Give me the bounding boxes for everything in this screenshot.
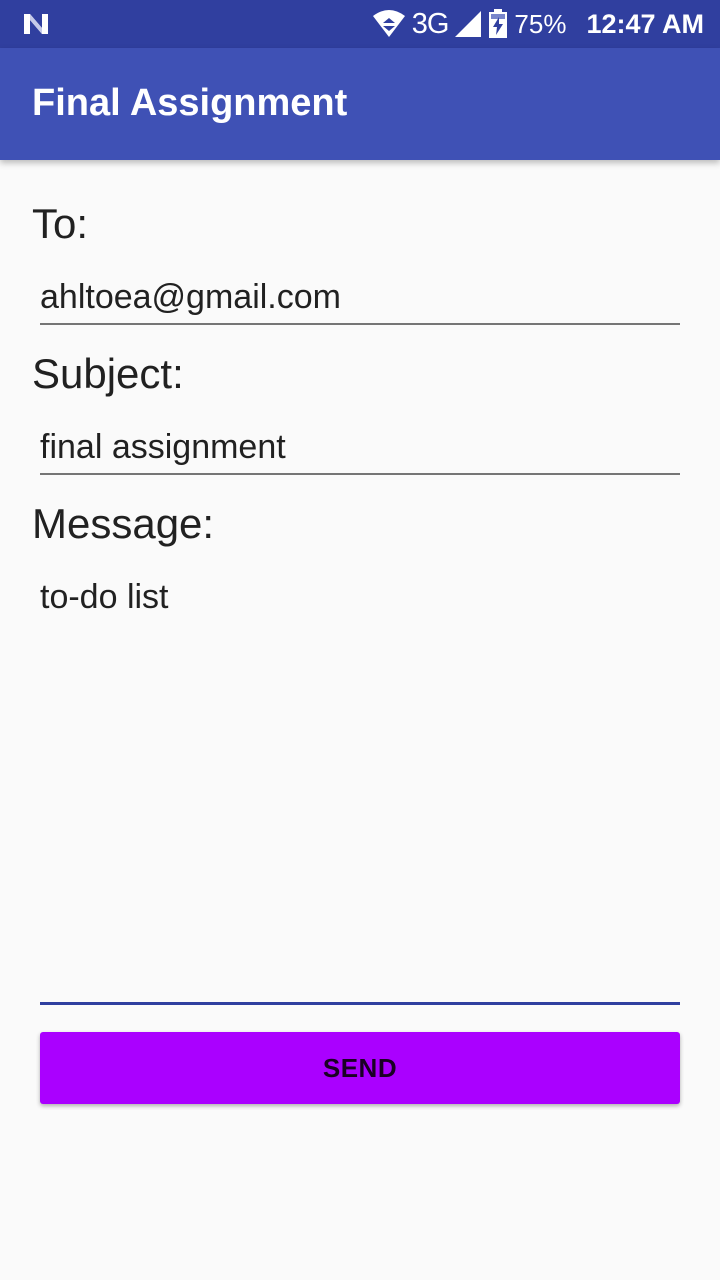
- subject-value: final assignment: [40, 428, 286, 466]
- status-bar: 3G 75% 12:47 AM: [0, 0, 720, 48]
- signal-icon: [455, 11, 482, 37]
- battery-percent: 75%: [514, 8, 567, 39]
- to-value: ahltoea@gmail.com: [40, 278, 341, 316]
- message-underline-focused: [40, 1002, 680, 1005]
- subject-field[interactable]: final assignment: [40, 426, 680, 478]
- to-field[interactable]: ahltoea@gmail.com: [40, 276, 680, 328]
- clock: 12:47 AM: [586, 8, 704, 39]
- app-bar: Final Assignment: [0, 48, 720, 160]
- to-label: To:: [32, 200, 89, 247]
- battery-charging-icon: [489, 9, 508, 38]
- message-label: Message:: [32, 500, 215, 547]
- notification-n-icon: [24, 14, 48, 34]
- network-type: 3G: [411, 7, 450, 40]
- message-field[interactable]: to-do list: [40, 576, 680, 1008]
- subject-label: Subject:: [32, 350, 184, 397]
- subject-underline: [40, 473, 680, 475]
- message-value: to-do list: [40, 578, 169, 616]
- wifi-icon: [372, 10, 405, 37]
- status-icons: 3G 75% 12:47 AM: [372, 0, 704, 48]
- send-button[interactable]: SEND: [40, 1032, 680, 1104]
- to-underline: [40, 323, 680, 325]
- app-title: Final Assignment: [32, 82, 348, 124]
